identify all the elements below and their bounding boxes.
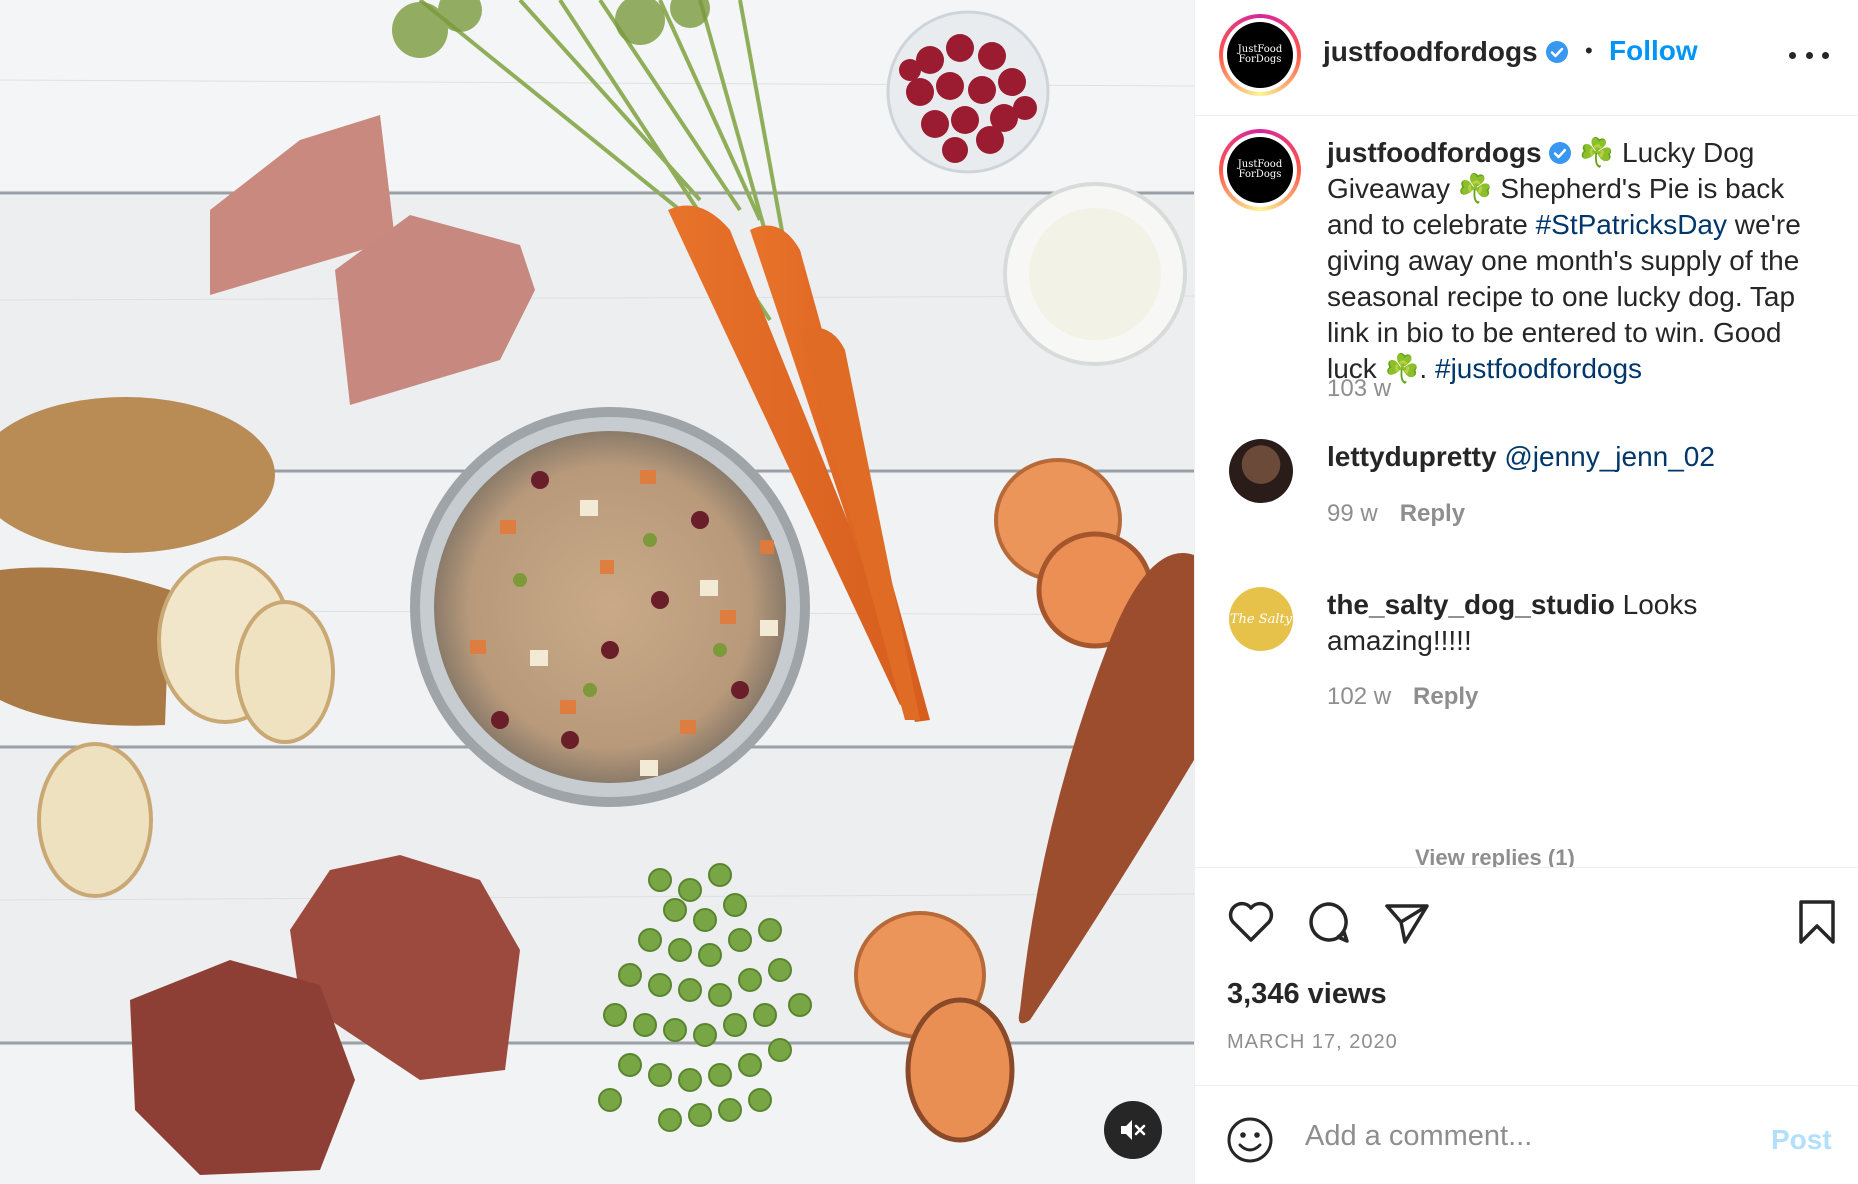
- commenter-avatar[interactable]: [1229, 439, 1293, 503]
- more-dot-icon: [1805, 51, 1813, 59]
- like-heart-icon[interactable]: [1225, 896, 1277, 948]
- post-sidebar: JustFood ForDogs justfoodfordogs • Follo…: [1194, 0, 1858, 1184]
- mute-button[interactable]: [1104, 1101, 1162, 1159]
- commenter-avatar[interactable]: The Salty: [1229, 587, 1293, 651]
- add-comment-bar: Post: [1195, 1085, 1858, 1184]
- author-avatar[interactable]: JustFood ForDogs: [1219, 14, 1301, 96]
- verified-badge-icon: [1546, 41, 1569, 63]
- emoji-smiley-icon[interactable]: [1225, 1115, 1275, 1165]
- post-actions: 3,346 views MARCH 17, 2020: [1195, 867, 1858, 1085]
- post-date: MARCH 17, 2020: [1227, 1031, 1398, 1053]
- verified-badge-icon: [1548, 142, 1571, 164]
- caption-timestamp: 103 w: [1327, 375, 1392, 402]
- comment-timestamp: 99 w: [1327, 500, 1378, 527]
- hashtag-link[interactable]: #justfoodfordogs: [1435, 353, 1642, 384]
- comment-bubble-icon[interactable]: [1303, 896, 1355, 948]
- more-options-button[interactable]: [1789, 40, 1829, 70]
- comment-meta: 99 w Reply: [1327, 500, 1465, 528]
- more-dot-icon: [1822, 51, 1829, 59]
- more-dot-icon: [1789, 51, 1796, 59]
- caption-avatar[interactable]: JustFood ForDogs: [1219, 129, 1301, 211]
- follow-button[interactable]: Follow: [1609, 35, 1698, 67]
- brand-logo: JustFood ForDogs: [1227, 22, 1293, 88]
- comment-body: the_salty_dog_studio Looks amazing!!!!!: [1327, 587, 1787, 659]
- post-media[interactable]: [0, 0, 1194, 1184]
- mention-link[interactable]: @jenny_jenn_02: [1504, 441, 1715, 472]
- save-bookmark-icon[interactable]: [1791, 896, 1843, 948]
- comments-panel[interactable]: JustFood ForDogs justfoodfordogs ☘️ Luck…: [1195, 117, 1858, 867]
- post-caption: justfoodfordogs ☘️ Lucky Dog Giveaway ☘️…: [1327, 135, 1832, 387]
- comment-username[interactable]: lettydupretty: [1327, 441, 1497, 472]
- comment-meta: 102 w Reply: [1327, 683, 1478, 711]
- hashtag-link[interactable]: #StPatricksDay: [1536, 209, 1727, 240]
- reply-button[interactable]: Reply: [1400, 500, 1465, 527]
- food-photo: [0, 0, 1194, 1184]
- share-send-icon[interactable]: [1381, 896, 1433, 948]
- comment-timestamp: 102 w: [1327, 683, 1392, 710]
- post-comment-button[interactable]: Post: [1771, 1124, 1832, 1156]
- comment-body: lettydupretty @jenny_jenn_02: [1327, 439, 1787, 475]
- caption-username[interactable]: justfoodfordogs: [1327, 137, 1542, 168]
- separator-dot: •: [1585, 38, 1593, 63]
- post-header: JustFood ForDogs justfoodfordogs • Follo…: [1195, 0, 1858, 116]
- comment-input[interactable]: [1305, 1108, 1735, 1164]
- speaker-muted-icon: [1121, 1120, 1146, 1140]
- comment-username[interactable]: the_salty_dog_studio: [1327, 589, 1615, 620]
- view-count: 3,346 views: [1227, 978, 1387, 1010]
- reply-button[interactable]: Reply: [1413, 683, 1478, 710]
- view-replies-button[interactable]: View replies (1): [1415, 845, 1575, 867]
- author-username[interactable]: justfoodfordogs: [1323, 36, 1569, 68]
- brand-logo: JustFood ForDogs: [1227, 137, 1293, 203]
